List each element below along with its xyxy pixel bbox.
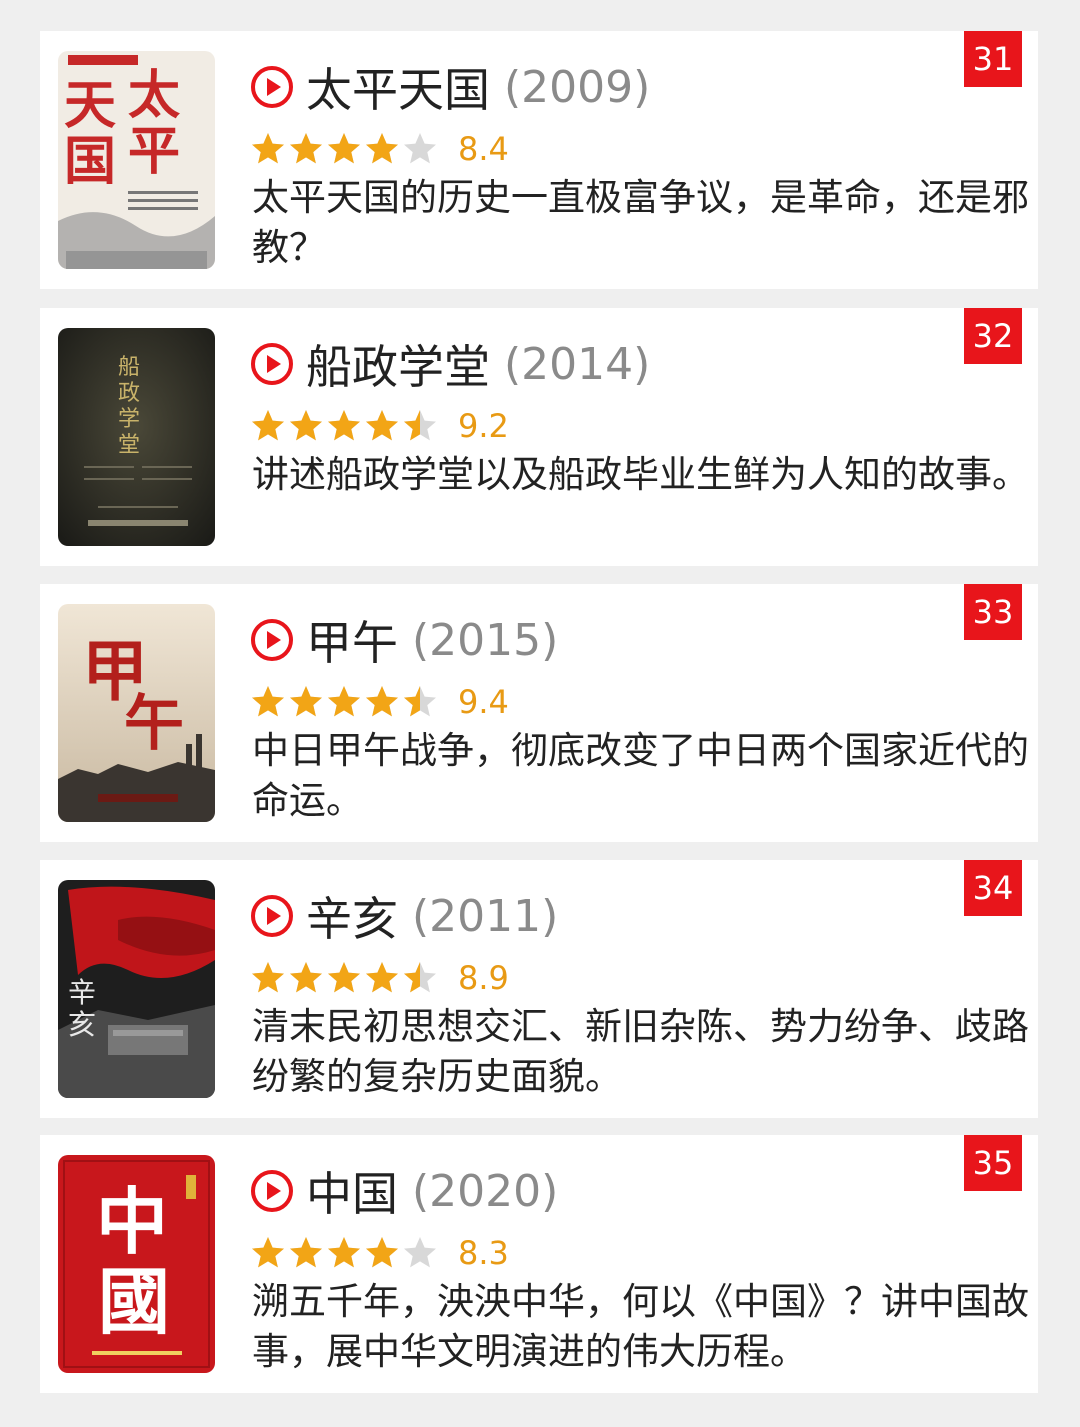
year: (2020)	[412, 1165, 559, 1217]
star-icon	[252, 1237, 284, 1268]
star-icon	[290, 686, 322, 717]
description: 中日甲午战争，彻底改变了中日两个国家近代的命运。	[252, 729, 1029, 822]
star-icon	[290, 410, 322, 441]
title-row[interactable]: 甲午 (2015)	[250, 610, 558, 670]
description: 溯五千年，泱泱中华，何以《中国》？讲中国故事，展中华文明演进的伟大历程。	[252, 1280, 1029, 1373]
play-icon[interactable]	[250, 618, 294, 662]
poster-char: 中	[96, 1179, 168, 1264]
star-rating	[250, 960, 440, 996]
star-icon	[290, 133, 322, 164]
star-icon	[328, 1237, 360, 1268]
star-icon	[366, 1237, 398, 1268]
poster-char: 学	[118, 407, 140, 432]
star-icon	[290, 1237, 322, 1268]
poster-char: 平	[128, 121, 180, 182]
star-icon	[252, 962, 284, 993]
rating-row: 8.3	[250, 1231, 509, 1275]
title-row[interactable]: 船政学堂 (2014)	[250, 334, 650, 394]
star-rating	[250, 1235, 440, 1271]
star-icon	[328, 962, 360, 993]
rating-row: 8.4	[250, 127, 509, 171]
title: 甲午	[306, 616, 398, 670]
star-icon	[404, 686, 436, 717]
year: (2014)	[504, 338, 651, 390]
rank-badge: 32	[964, 308, 1022, 364]
list-item[interactable]: 中 國 中国 (2020) 8.3 溯五千年，泱泱中华，何以《中国》？讲中国故事…	[40, 1135, 1038, 1393]
title: 辛亥	[306, 892, 398, 946]
rating-row: 9.4	[250, 680, 509, 724]
star-icon	[290, 962, 322, 993]
description: 清末民初思想交汇、新旧杂陈、势力纷争、歧路纷繁的复杂历史面貌。	[252, 1005, 1029, 1098]
poster-char: 堂	[118, 433, 140, 458]
list-item[interactable]: 甲 午 甲午 (2015) 9.4 中日甲午战争，彻底改变了中日两个国家近代的命…	[40, 584, 1038, 842]
rating-score: 8.3	[458, 1234, 509, 1272]
list-item[interactable]: 船 政 学 堂 船政学堂 (2014) 9.2 讲述船政学堂以及船政毕业生鲜为人…	[40, 308, 1038, 566]
year: (2011)	[412, 890, 559, 942]
star-icon	[404, 962, 436, 993]
poster-image[interactable]: 船 政 学 堂	[58, 328, 215, 546]
star-icon	[328, 133, 360, 164]
list-item[interactable]: 辛 亥 辛亥 (2011) 8.9 清末民初思想交汇、新旧杂陈、势力纷争、歧路纷…	[40, 860, 1038, 1118]
rating-score: 8.9	[458, 959, 509, 997]
title-row[interactable]: 太平天国 (2009)	[250, 57, 650, 117]
poster-image[interactable]: 甲 午	[58, 604, 215, 822]
rating-score: 9.4	[458, 683, 509, 721]
star-icon	[252, 686, 284, 717]
star-rating	[250, 408, 440, 444]
star-rating	[250, 684, 440, 720]
poster-char: 辛	[68, 976, 96, 1009]
poster-char: 政	[118, 381, 140, 406]
description: 讲述船政学堂以及船政毕业生鲜为人知的故事。	[252, 453, 1029, 496]
year: (2015)	[412, 614, 559, 666]
poster-image[interactable]: 天 太 国 平	[58, 51, 215, 269]
title-row[interactable]: 辛亥 (2011)	[250, 886, 558, 946]
description: 太平天国的历史一直极富争议，是革命，还是邪教？	[252, 176, 1029, 269]
poster-char: 國	[98, 1259, 170, 1344]
play-icon[interactable]	[250, 342, 294, 386]
title: 中国	[306, 1167, 398, 1221]
star-icon	[328, 410, 360, 441]
poster-char: 船	[118, 355, 140, 380]
star-icon	[328, 686, 360, 717]
rating-score: 9.2	[458, 407, 509, 445]
poster-char: 天	[64, 75, 116, 136]
star-icon	[366, 962, 398, 993]
star-rating	[250, 131, 440, 167]
poster-image[interactable]: 辛 亥	[58, 880, 215, 1098]
star-icon	[366, 410, 398, 441]
poster-char: 午	[124, 689, 184, 759]
play-icon[interactable]	[250, 65, 294, 109]
star-icon	[404, 410, 436, 441]
list-item[interactable]: 天 太 国 平 太平天国 (2009) 8.4 太平天国的历史一直极富争议，是革…	[40, 31, 1038, 289]
rank-badge: 33	[964, 584, 1022, 640]
rank-badge: 35	[964, 1135, 1022, 1191]
rating-score: 8.4	[458, 130, 509, 168]
play-icon[interactable]	[250, 1169, 294, 1213]
year: (2009)	[504, 61, 651, 113]
star-icon	[366, 133, 398, 164]
poster-char: 亥	[68, 1008, 96, 1041]
rating-row: 8.9	[250, 956, 509, 1000]
poster-char: 太	[128, 65, 180, 126]
star-icon	[404, 1237, 436, 1268]
title: 太平天国	[306, 63, 490, 117]
rank-badge: 31	[964, 31, 1022, 87]
title-row[interactable]: 中国 (2020)	[250, 1161, 558, 1221]
play-icon[interactable]	[250, 894, 294, 938]
rating-row: 9.2	[250, 404, 509, 448]
star-icon	[404, 133, 436, 164]
title: 船政学堂	[306, 340, 490, 394]
poster-char: 国	[64, 131, 116, 192]
star-icon	[252, 133, 284, 164]
star-icon	[366, 686, 398, 717]
star-icon	[252, 410, 284, 441]
rank-badge: 34	[964, 860, 1022, 916]
poster-image[interactable]: 中 國	[58, 1155, 215, 1373]
documentary-list: 天 太 国 平 太平天国 (2009) 8.4 太平天国的历史一直极富争议，是革…	[0, 0, 1080, 1427]
